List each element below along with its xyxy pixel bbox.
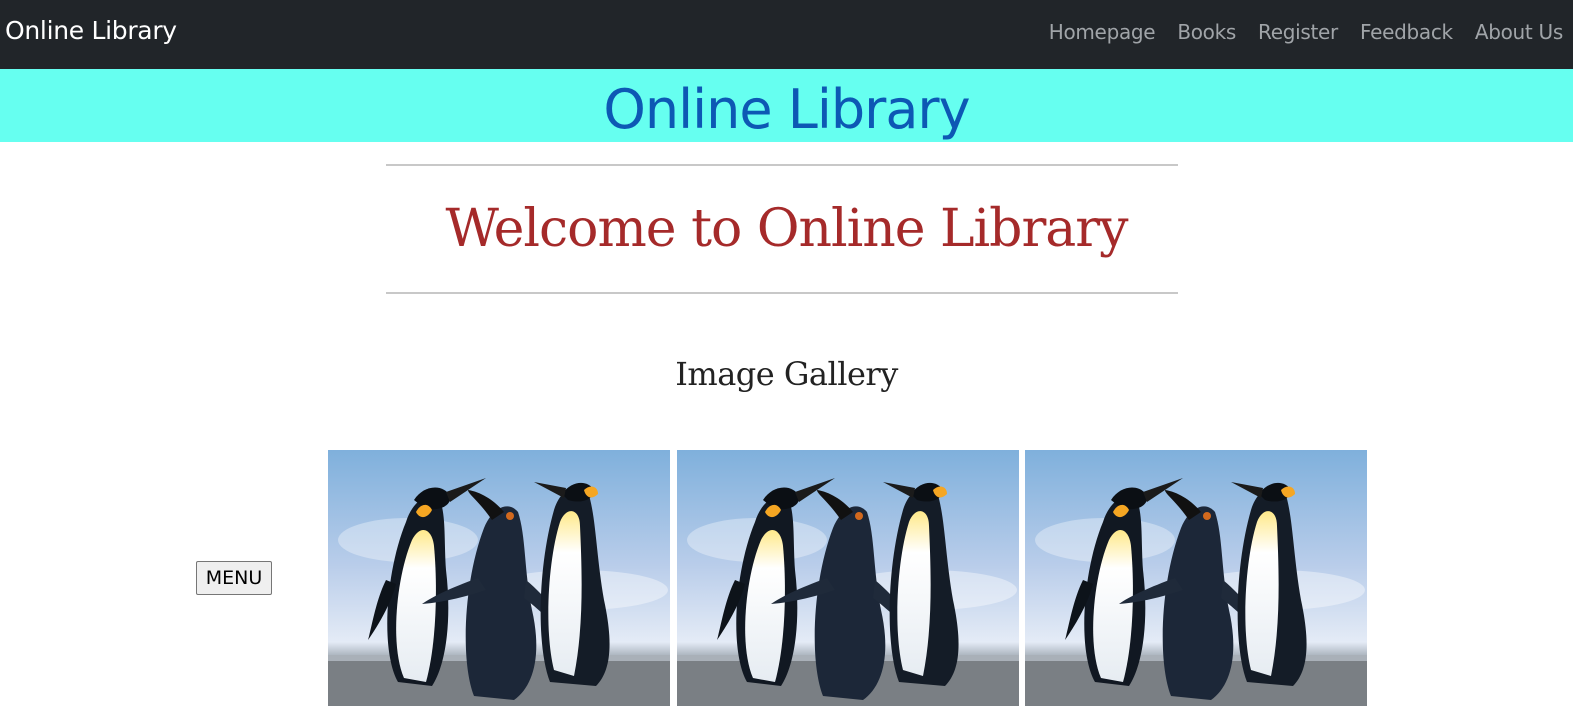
- gallery-image-2[interactable]: [677, 450, 1019, 706]
- gallery-heading: Image Gallery: [675, 355, 898, 393]
- penguins-photo-icon: [1025, 450, 1367, 706]
- nav-link-books[interactable]: Books: [1177, 18, 1236, 46]
- nav-link-about-us[interactable]: About Us: [1475, 18, 1563, 46]
- banner-title: Online Library: [603, 78, 970, 141]
- header-banner: Online Library: [0, 69, 1573, 142]
- nav-link-register[interactable]: Register: [1258, 18, 1338, 46]
- nav-link-homepage[interactable]: Homepage: [1049, 18, 1156, 46]
- gallery-image-3[interactable]: [1025, 450, 1367, 706]
- top-navbar: Online Library Homepage Books Register F…: [0, 0, 1573, 69]
- penguins-photo-icon: [677, 450, 1019, 706]
- welcome-heading: Welcome to Online Library: [445, 199, 1128, 259]
- penguins-photo-icon: [328, 450, 670, 706]
- menu-button[interactable]: MENU: [196, 561, 272, 595]
- nav-links: Homepage Books Register Feedback About U…: [1049, 18, 1564, 46]
- nav-link-feedback[interactable]: Feedback: [1360, 18, 1453, 46]
- navbar-brand[interactable]: Online Library: [5, 14, 177, 48]
- gallery-image-1[interactable]: [328, 450, 670, 706]
- divider-bottom: [386, 292, 1178, 294]
- divider-top: [386, 164, 1178, 166]
